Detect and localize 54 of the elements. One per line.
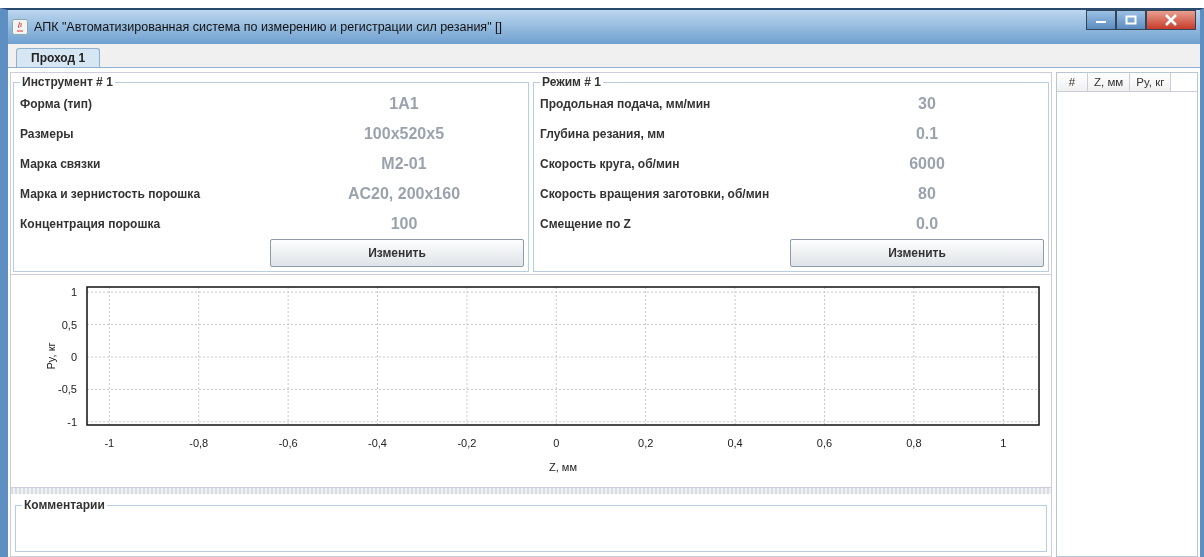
- field-label: Марка связки: [20, 157, 102, 171]
- x-tick-label: -0,4: [368, 437, 387, 449]
- group-title: Инструмент # 1: [21, 75, 114, 89]
- field-value: 100: [389, 215, 419, 233]
- column-header[interactable]: Py, кг: [1130, 73, 1172, 91]
- x-tick-label: -0,8: [189, 437, 209, 449]
- x-tick-label: 0: [553, 437, 560, 449]
- field-label: Форма (тип): [20, 97, 93, 111]
- y-tick-label: 0: [70, 350, 77, 363]
- field-label: Скорость вращения заготовки, об/мин: [540, 187, 771, 201]
- x-tick-label: 0,4: [727, 437, 743, 449]
- close-icon: [1164, 14, 1178, 26]
- y-tick-label: -1: [67, 415, 77, 428]
- edit-button[interactable]: Изменить: [270, 239, 524, 267]
- field-label: Продольная подача, мм/мин: [540, 97, 712, 111]
- field-label: Марка и зернистость порошка: [20, 187, 202, 201]
- maximize-icon: [1125, 15, 1137, 25]
- close-button[interactable]: [1146, 10, 1196, 30]
- y-tick-label: 0,5: [61, 318, 77, 331]
- field-value: 6000: [908, 155, 946, 173]
- window-title: АПК "Автоматизированная система по измерению и регистрации сил резания" []: [34, 20, 502, 34]
- x-tick-label: -0,6: [278, 437, 298, 449]
- x-tick-label: 0,8: [906, 437, 922, 449]
- x-tick-label: 0,6: [816, 437, 833, 449]
- column-header[interactable]: Z, мм: [1088, 73, 1131, 91]
- field-value: 100x520x5: [362, 125, 446, 143]
- x-axis-label: Z, мм: [549, 461, 577, 473]
- field-value: 0.0: [914, 215, 940, 233]
- field-value: 1A1: [388, 95, 420, 113]
- maximize-button[interactable]: [1116, 10, 1146, 30]
- x-tick-label: 1: [1000, 437, 1007, 449]
- x-tick-label: 0,2: [638, 437, 654, 449]
- field-value: 30: [917, 95, 937, 113]
- y-axis-label: Py, кг: [45, 342, 57, 370]
- y-tick-label: -0,5: [58, 383, 77, 396]
- y-tick-label: 1: [70, 286, 77, 299]
- group-title: Режим # 1: [541, 75, 602, 89]
- field-value: 80: [917, 185, 937, 203]
- field-label: Смещение по Z: [540, 217, 632, 231]
- x-tick-label: -1: [104, 437, 115, 449]
- field-label: Концентрация порошка: [20, 217, 162, 231]
- minimize-button[interactable]: [1086, 10, 1116, 30]
- field-label: Размеры: [20, 127, 75, 141]
- group-title: Комментарии: [23, 498, 106, 512]
- field-label: Глубина резания, мм: [540, 127, 666, 141]
- field-label: Скорость круга, об/мин: [540, 157, 681, 171]
- field-value: M2-01: [380, 155, 428, 173]
- x-tick-label: -0,2: [457, 437, 477, 449]
- tab[interactable]: Проход 1: [16, 48, 101, 67]
- edit-button[interactable]: Изменить: [790, 239, 1044, 267]
- app-icon: [12, 19, 28, 35]
- column-header[interactable]: #: [1057, 73, 1088, 91]
- field-value: AC20, 200x160: [346, 185, 462, 203]
- field-value: 0.1: [914, 125, 940, 143]
